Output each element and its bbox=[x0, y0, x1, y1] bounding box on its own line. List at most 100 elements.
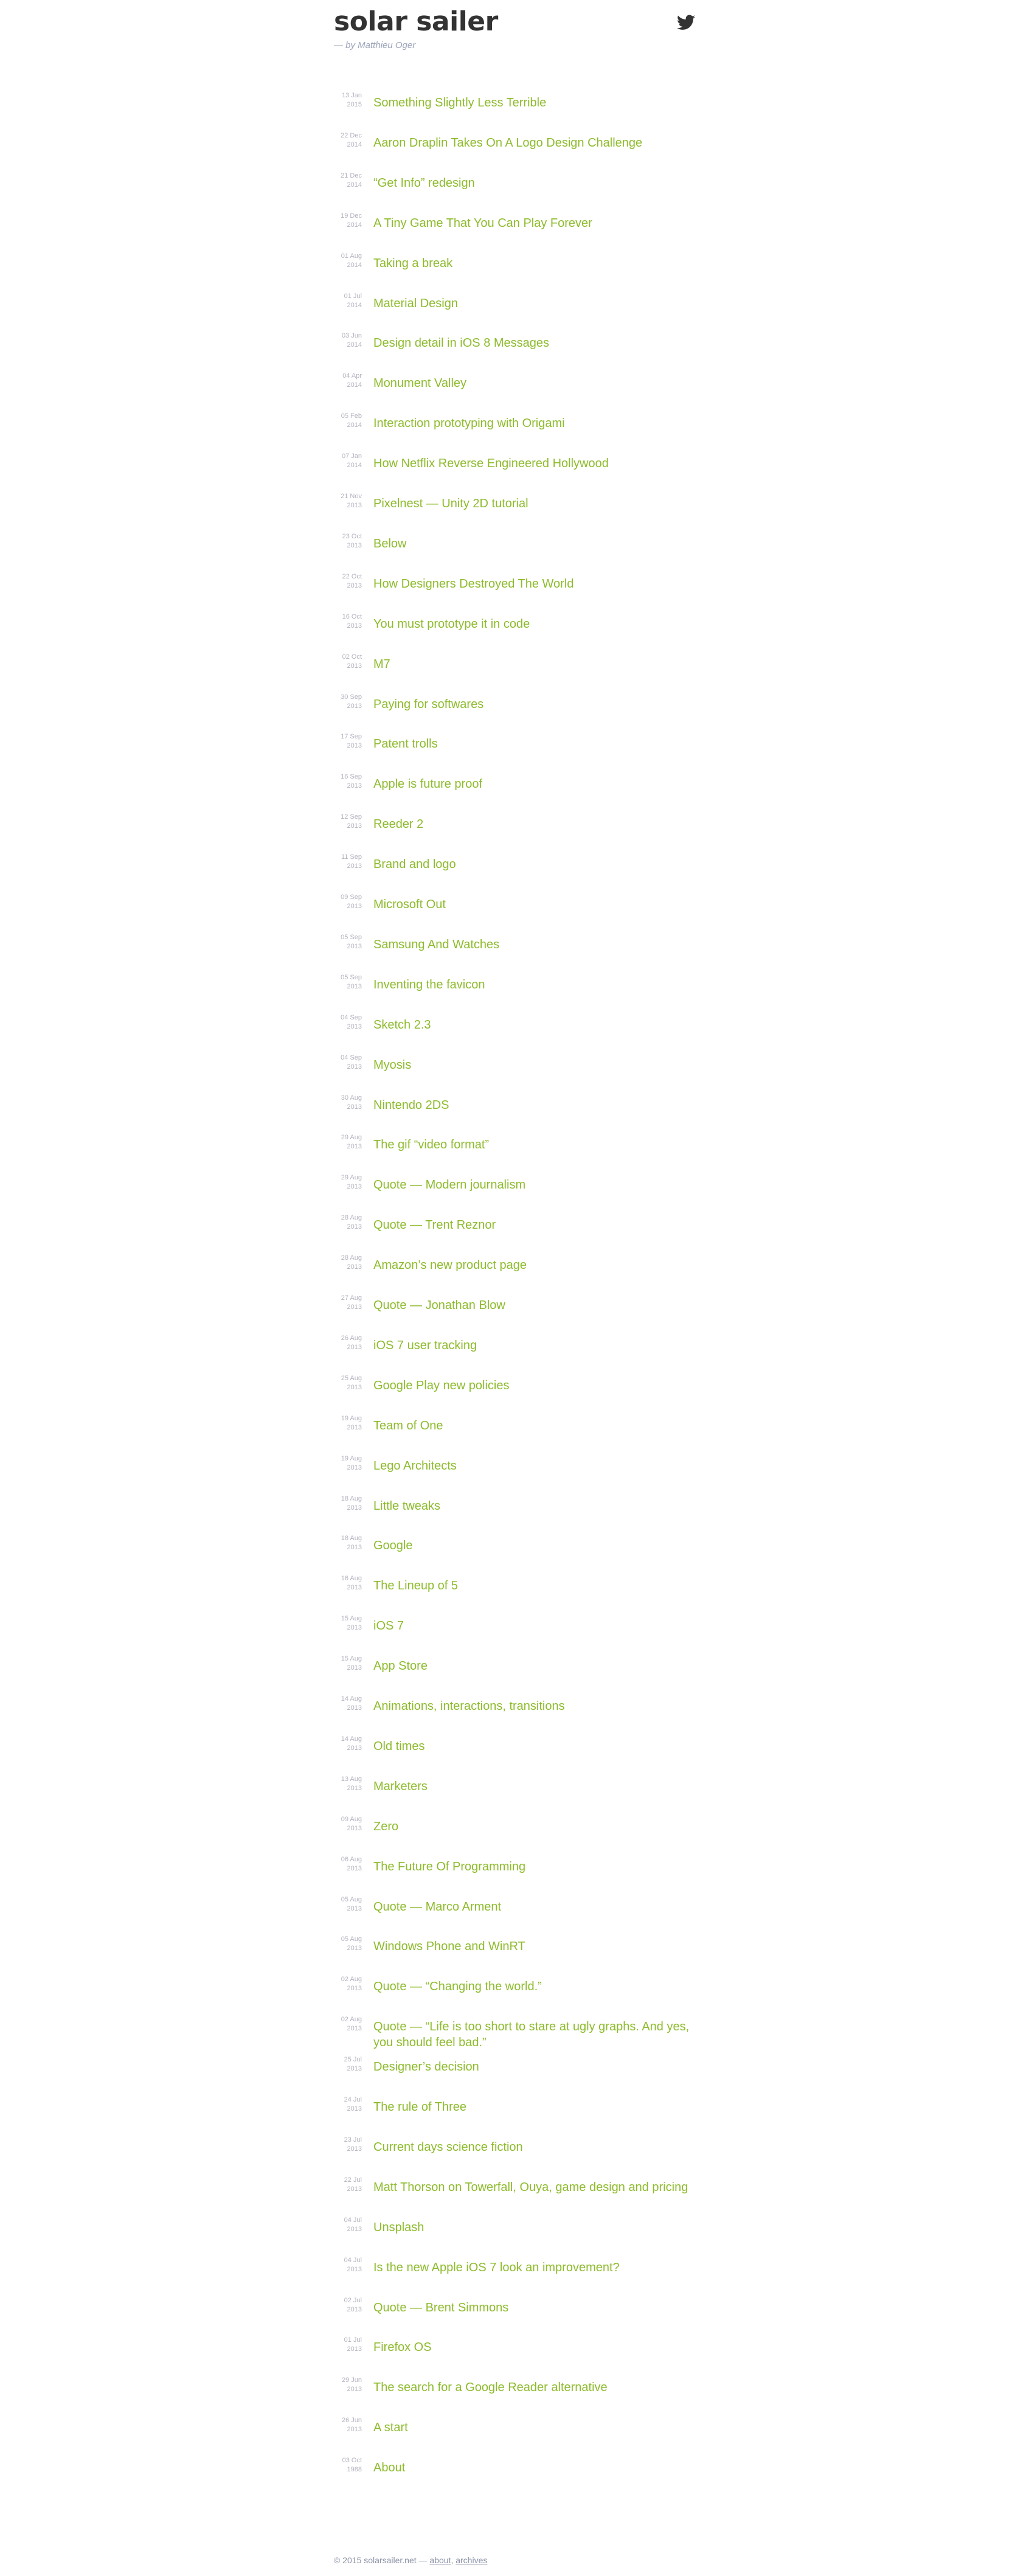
post-title-link[interactable]: Little tweaks bbox=[373, 1498, 696, 1514]
post-title-link[interactable]: How Designers Destroyed The World bbox=[373, 576, 696, 592]
post-item: 29 Jun 2013 The search for a Google Reader… bbox=[334, 2376, 699, 2412]
post-title-link[interactable]: Current days science fiction bbox=[373, 2139, 696, 2155]
post-title-link[interactable]: Below bbox=[373, 536, 696, 552]
post-date: 25 Aug 2013 bbox=[334, 1374, 362, 1392]
footer: © 2015 solarsailer.net — about, archives bbox=[334, 2555, 487, 2565]
post-date: 06 Aug 2013 bbox=[334, 1855, 362, 1873]
post-date-day: 24 Jul bbox=[344, 2096, 362, 2103]
post-title-link[interactable]: Quote — Modern journalism bbox=[373, 1177, 696, 1193]
post-title-link[interactable]: Aaron Draplin Takes On A Logo Design Cha… bbox=[373, 135, 696, 151]
post-title-link[interactable]: Myosis bbox=[373, 1057, 696, 1073]
post-date-year: 2013 bbox=[347, 1664, 362, 1672]
post-title-link[interactable]: Something Slightly Less Terrible bbox=[373, 95, 696, 111]
post-title-link[interactable]: The gif “video format” bbox=[373, 1137, 696, 1153]
post-title-link[interactable]: Animations, interactions, transitions bbox=[373, 1698, 696, 1714]
post-title-link[interactable]: The Lineup of 5 bbox=[373, 1578, 696, 1594]
post-title-link[interactable]: App Store bbox=[373, 1658, 696, 1674]
post-title-link[interactable]: Reeder 2 bbox=[373, 816, 696, 832]
post-title-link[interactable]: Taking a break bbox=[373, 255, 696, 271]
post-title-link[interactable]: The search for a Google Reader alternati… bbox=[373, 2380, 696, 2395]
post-title-link[interactable]: Quote — Marco Arment bbox=[373, 1899, 696, 1915]
post-date-day: 09 Aug bbox=[341, 1816, 362, 1823]
post-title-link[interactable]: Quote — “Changing the world.” bbox=[373, 1979, 696, 1994]
post-title-link[interactable]: Google Play new policies bbox=[373, 1378, 696, 1394]
post-title-link[interactable]: Samsung And Watches bbox=[373, 937, 696, 953]
post-title-link[interactable]: Design detail in iOS 8 Messages bbox=[373, 335, 696, 351]
post-date-year: 2014 bbox=[347, 141, 362, 148]
post-title-link[interactable]: Amazon’s new product page bbox=[373, 1257, 696, 1273]
post-title-link[interactable]: How Netflix Reverse Engineered Hollywood bbox=[373, 456, 696, 471]
footer-archives-link[interactable]: archives bbox=[456, 2555, 487, 2565]
post-date-year: 2013 bbox=[347, 582, 362, 589]
post-date: 19 Aug 2013 bbox=[334, 1454, 362, 1473]
post-date-day: 16 Sep bbox=[341, 773, 362, 780]
post-date-day: 16 Aug bbox=[341, 1575, 362, 1582]
post-title-link[interactable]: Monument Valley bbox=[373, 375, 696, 391]
post-item: 28 Aug 2013 Amazon’s new product page bbox=[334, 1254, 699, 1290]
post-date: 15 Aug 2013 bbox=[334, 1654, 362, 1673]
post-title-link[interactable]: Zero bbox=[373, 1819, 696, 1835]
post-date-day: 04 Apr bbox=[342, 372, 362, 380]
post-title-link[interactable]: Pixelnest — Unity 2D tutorial bbox=[373, 496, 696, 512]
post-title-link[interactable]: The rule of Three bbox=[373, 2099, 696, 2115]
post-title-link[interactable]: Apple is future proof bbox=[373, 776, 696, 792]
post-title-link[interactable]: Firefox OS bbox=[373, 2339, 696, 2355]
post-date: 15 Aug 2013 bbox=[334, 1614, 362, 1633]
post-item: 06 Aug 2013 The Future Of Programming bbox=[334, 1855, 699, 1892]
post-date-day: 25 Aug bbox=[341, 1375, 362, 1382]
post-title-link[interactable]: Inventing the favicon bbox=[373, 977, 696, 993]
post-title-link[interactable]: iOS 7 user tracking bbox=[373, 1338, 696, 1353]
post-date-year: 2013 bbox=[347, 1263, 362, 1271]
post-item: 05 Aug 2013 Windows Phone and WinRT bbox=[334, 1935, 699, 1971]
post-title-link[interactable]: Nintendo 2DS bbox=[373, 1097, 696, 1113]
post-title-link[interactable]: Google bbox=[373, 1538, 696, 1554]
post-title-link[interactable]: Team of One bbox=[373, 1418, 696, 1434]
post-date: 30 Sep 2013 bbox=[334, 693, 362, 711]
post-title-link[interactable]: You must prototype it in code bbox=[373, 616, 696, 632]
post-title-link[interactable]: A start bbox=[373, 2420, 696, 2435]
post-date-year: 2013 bbox=[347, 782, 362, 790]
post-item: 30 Aug 2013 Nintendo 2DS bbox=[334, 1094, 699, 1130]
post-title-link[interactable]: About bbox=[373, 2460, 696, 2476]
post-item: 09 Aug 2013 Zero bbox=[334, 1815, 699, 1852]
post-title-link[interactable]: “Get Info” redesign bbox=[373, 175, 696, 191]
post-date-day: 19 Aug bbox=[341, 1455, 362, 1462]
post-date-year: 2013 bbox=[347, 502, 362, 509]
post-date: 01 Jul 2014 bbox=[334, 292, 362, 310]
post-title-link[interactable]: Quote — Jonathan Blow bbox=[373, 1297, 696, 1313]
post-title-link[interactable]: Windows Phone and WinRT bbox=[373, 1939, 696, 1954]
post-title-link[interactable]: Unsplash bbox=[373, 2220, 696, 2235]
post-date-year: 2013 bbox=[347, 863, 362, 870]
post-item: 25 Jul 2013 Designer’s decision bbox=[334, 2055, 699, 2092]
post-title-link[interactable]: The Future Of Programming bbox=[373, 1859, 696, 1875]
post-date-year: 2013 bbox=[347, 1344, 362, 1351]
post-title-link[interactable]: Lego Architects bbox=[373, 1458, 696, 1474]
footer-about-link[interactable]: about bbox=[429, 2555, 451, 2565]
post-title-link[interactable]: Paying for softwares bbox=[373, 696, 696, 712]
post-title-link[interactable]: Interaction prototyping with Origami bbox=[373, 415, 696, 431]
post-item: 16 Aug 2013 The Lineup of 5 bbox=[334, 1574, 699, 1611]
site-title[interactable]: solar sailer bbox=[334, 6, 498, 37]
post-title-link[interactable]: Designer’s decision bbox=[373, 2059, 696, 2075]
post-title-link[interactable]: Quote — Brent Simmons bbox=[373, 2300, 696, 2316]
post-title-link[interactable]: Microsoft Out bbox=[373, 897, 696, 912]
post-title-link[interactable]: iOS 7 bbox=[373, 1618, 696, 1634]
post-title-link[interactable]: Is the new Apple iOS 7 look an improveme… bbox=[373, 2260, 696, 2276]
post-title-link[interactable]: Material Design bbox=[373, 296, 696, 311]
post-title-link[interactable]: Patent trolls bbox=[373, 736, 696, 752]
post-date-day: 30 Aug bbox=[341, 1094, 362, 1102]
post-title-link[interactable]: Quote — Trent Reznor bbox=[373, 1217, 696, 1233]
post-date: 28 Aug 2013 bbox=[334, 1254, 362, 1272]
post-title-link[interactable]: A Tiny Game That You Can Play Forever bbox=[373, 215, 696, 231]
post-title-link[interactable]: Old times bbox=[373, 1738, 696, 1754]
post-title-link[interactable]: Matt Thorson on Towerfall, Ouya, game de… bbox=[373, 2179, 696, 2195]
post-item: 21 Nov 2013 Pixelnest — Unity 2D tutorial bbox=[334, 492, 699, 529]
post-title-link[interactable]: Quote — “Life is too short to stare at u… bbox=[373, 2019, 696, 2050]
post-date-day: 18 Aug bbox=[341, 1535, 362, 1542]
post-title-link[interactable]: Sketch 2.3 bbox=[373, 1017, 696, 1033]
post-title-link[interactable]: Marketers bbox=[373, 1779, 696, 1794]
twitter-bird-icon[interactable] bbox=[677, 15, 695, 30]
post-title-link[interactable]: Brand and logo bbox=[373, 856, 696, 872]
post-title-link[interactable]: M7 bbox=[373, 656, 696, 672]
post-date: 02 Oct 2013 bbox=[334, 653, 362, 671]
